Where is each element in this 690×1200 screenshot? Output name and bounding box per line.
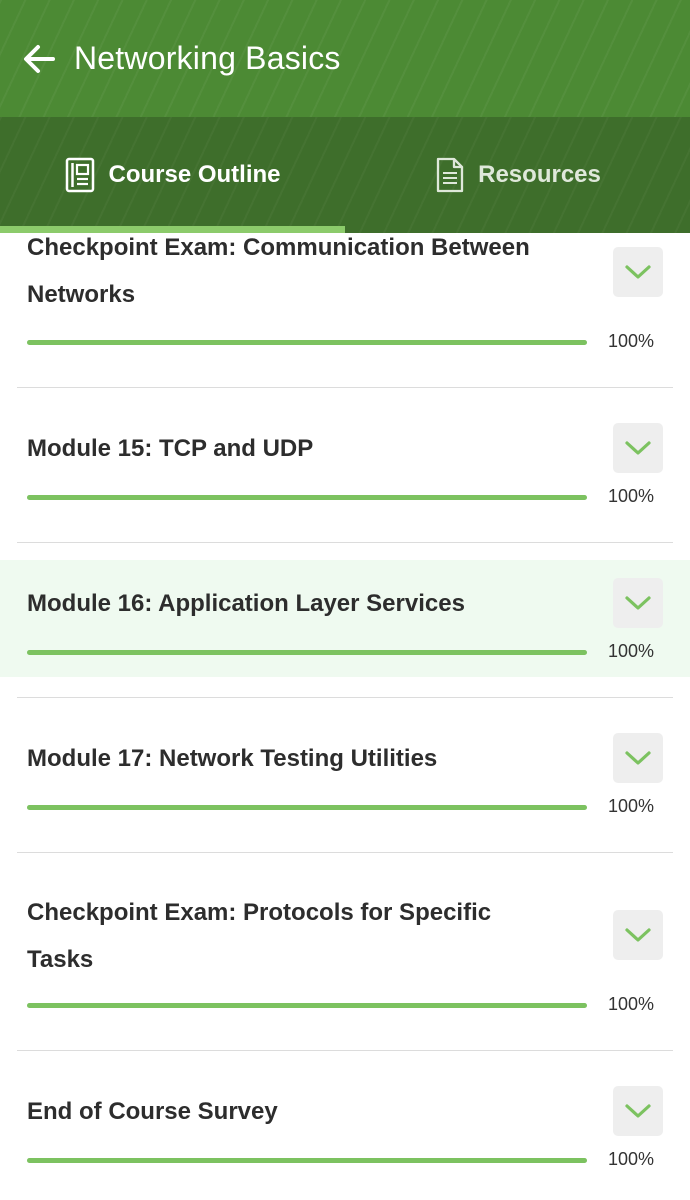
progress-bar [27, 805, 587, 810]
outline-item-module-16[interactable]: Module 16: Application Layer Services 10… [0, 543, 690, 698]
chevron-down-icon [625, 441, 651, 455]
progress-bar [27, 1158, 587, 1163]
progress-fill [27, 1158, 587, 1163]
arrow-left-icon [24, 44, 55, 73]
progress-percent: 100% [608, 486, 655, 506]
outline-item-title: Module 17: Network Testing Utilities [27, 735, 587, 782]
course-outline-icon [64, 157, 96, 193]
outline-item-title: End of Course Survey [27, 1088, 587, 1135]
tab-bar: Course Outline Resources [0, 117, 690, 233]
progress-percent: 100% [608, 796, 655, 816]
title-line: Checkpoint Exam: Communication Between [27, 234, 530, 261]
chevron-down-icon [625, 928, 651, 942]
expand-button[interactable] [613, 247, 663, 297]
chevron-down-icon [625, 596, 651, 610]
outline-item-survey[interactable]: End of Course Survey 100% [0, 1051, 690, 1200]
progress-fill [27, 650, 587, 655]
outline-item-title: Module 15: TCP and UDP [27, 425, 587, 472]
app-bar: Networking Basics [0, 0, 690, 117]
title-line: Module 16: Application Layer Services [27, 590, 465, 617]
progress-fill [27, 495, 587, 500]
title-line: Checkpoint Exam: Protocols for Specific [27, 899, 492, 926]
outline-item-title: Checkpoint Exam: Protocols for Specific … [27, 889, 587, 983]
progress-percent: 100% [608, 641, 655, 661]
tab-course-outline[interactable]: Course Outline [0, 117, 345, 233]
progress-bar [27, 650, 587, 655]
outline-item-title: Module 16: Application Layer Services [27, 580, 587, 627]
expand-button[interactable] [613, 910, 663, 960]
tab-resources[interactable]: Resources [345, 117, 690, 233]
progress-percent: 100% [608, 331, 655, 351]
title-line: Networks [27, 281, 136, 308]
outline-item-module-17[interactable]: Module 17: Network Testing Utilities 100… [0, 698, 690, 853]
back-button[interactable] [16, 36, 62, 82]
title-line: End of Course Survey [27, 1098, 278, 1125]
expand-button[interactable] [613, 1086, 663, 1136]
outline-item-module-15[interactable]: Module 15: TCP and UDP 100% [0, 388, 690, 543]
chevron-down-icon [625, 1104, 651, 1118]
progress-bar [27, 1003, 587, 1008]
expand-button[interactable] [613, 578, 663, 628]
progress-fill [27, 1003, 587, 1008]
outline-item-checkpoint-protocols[interactable]: Checkpoint Exam: Protocols for Specific … [0, 853, 690, 1051]
course-outline-list: Checkpoint Exam: Communication Between N… [0, 233, 690, 1200]
title-line: Module 15: TCP and UDP [27, 435, 314, 462]
progress-percent: 100% [608, 1149, 655, 1169]
expand-button[interactable] [613, 733, 663, 783]
tab-label-resources: Resources [478, 161, 601, 188]
progress-fill [27, 805, 587, 810]
progress-fill [27, 340, 587, 345]
tab-label-course-outline: Course Outline [108, 161, 281, 188]
chevron-down-icon [625, 265, 651, 279]
chevron-down-icon [625, 751, 651, 765]
outline-item-title: Checkpoint Exam: Communication Between N… [27, 233, 587, 318]
expand-button[interactable] [613, 423, 663, 473]
active-tab-indicator [0, 226, 345, 233]
page-title: Networking Basics [74, 40, 341, 76]
title-line: Tasks [27, 946, 94, 973]
progress-percent: 100% [608, 994, 655, 1014]
outline-item-checkpoint-communication[interactable]: Checkpoint Exam: Communication Between N… [0, 233, 690, 388]
progress-bar [27, 495, 587, 500]
document-icon [434, 157, 466, 193]
title-line: Module 17: Network Testing Utilities [27, 745, 438, 772]
progress-bar [27, 340, 587, 345]
